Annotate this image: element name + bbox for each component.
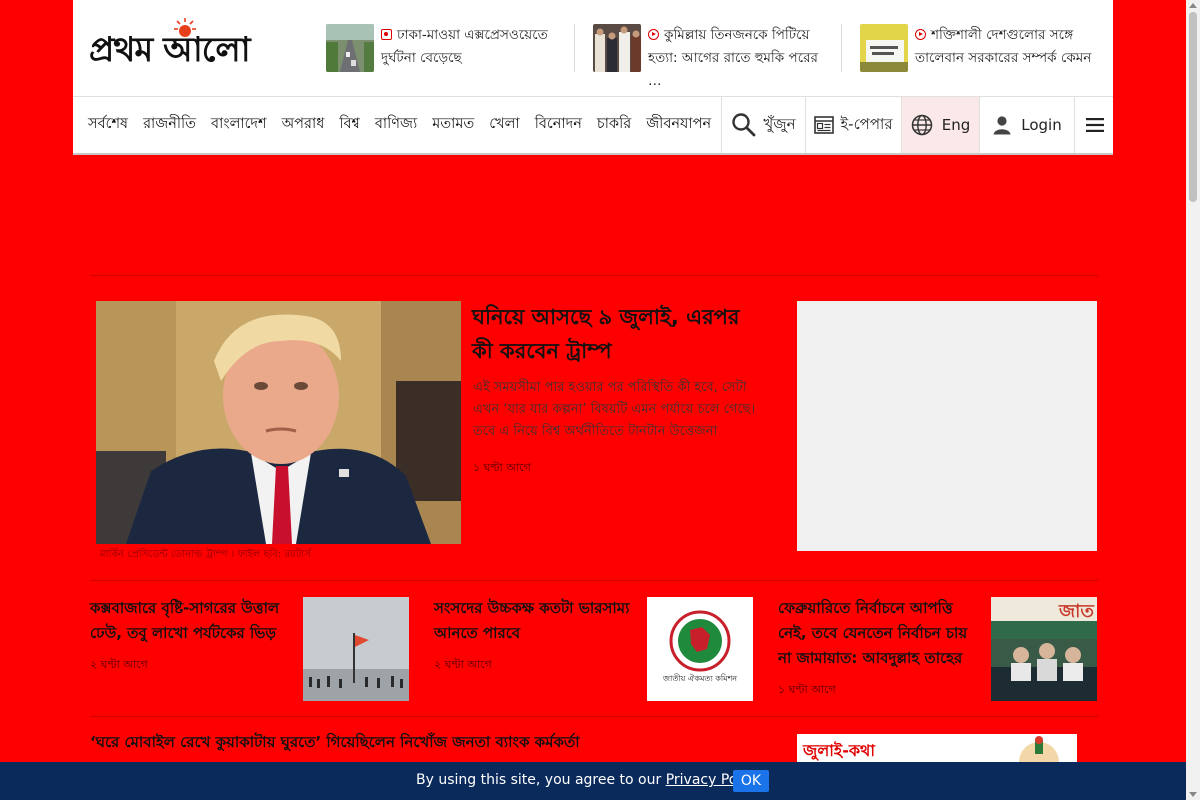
- epaper-button[interactable]: ই-পেপার: [805, 97, 901, 153]
- page-scrollbar[interactable]: [1186, 0, 1200, 800]
- search-icon: [732, 113, 756, 137]
- section-divider: [90, 580, 1098, 581]
- header-top: প্রথম আলো ঢাকা-মাওয়া এক্সপ্রেসওয়েতে দু…: [73, 0, 1113, 96]
- login-button[interactable]: Login: [979, 97, 1074, 153]
- scroll-down-arrow-icon[interactable]: [1189, 792, 1197, 797]
- story-image[interactable]: জাত: [991, 597, 1097, 701]
- nav-item-lifestyle[interactable]: জীবনযাপন: [646, 113, 711, 137]
- cookie-message-text: By using this site, you agree to our: [416, 772, 662, 788]
- top-news-item[interactable]: কুমিল্লায় তিনজনকে পিটিয়ে হত্যা: আগের র…: [593, 24, 833, 89]
- nav-item-entertainment[interactable]: বিনোদন: [535, 113, 582, 137]
- top-news-divider: [841, 24, 842, 72]
- nav-sections: সর্বশেষ রাজনীতি বাংলাদেশ অপরাধ বিশ্ব বাণ…: [88, 97, 726, 153]
- cookie-message: By using this site, you agree to our Pri…: [416, 772, 764, 788]
- menu-button[interactable]: [1074, 97, 1114, 153]
- nav-item-opinion[interactable]: মতামত: [432, 113, 474, 137]
- lead-story-summary-text: এই সময়সীমা পার হওয়ার পর পরিস্থিতি কী হ…: [473, 380, 756, 439]
- search-label: খুঁজুন: [763, 114, 796, 133]
- site-logo[interactable]: প্রথম আলো: [89, 18, 295, 70]
- top-news-text: ঢাকা-মাওয়া এক্সপ্রেসওয়েতে দুর্ঘটনা বেড…: [381, 27, 548, 66]
- top-news-divider: [574, 24, 575, 72]
- story-title[interactable]: ‘ঘরে মোবাইল রেখে কুয়াকাটায় ঘুরতে’ গিয়…: [90, 731, 580, 756]
- advertisement-slot: [797, 301, 1097, 551]
- user-icon: [993, 116, 1011, 135]
- story-time: ১ ঘণ্টা আগে: [778, 683, 836, 696]
- search-button[interactable]: খুঁজুন: [721, 97, 805, 153]
- story-image[interactable]: জাতীয় ঐকমত্য কমিশন: [647, 597, 753, 701]
- epaper-label: ই-পেপার: [840, 114, 893, 133]
- nav-item-politics[interactable]: রাজনীতি: [143, 113, 196, 137]
- globe-icon: [911, 114, 932, 136]
- nav-item-crime[interactable]: অপরাধ: [282, 113, 325, 137]
- play-icon: [648, 29, 659, 40]
- top-news-text: কুমিল্লায় তিনজনকে পিটিয়ে হত্যা: আগের র…: [648, 27, 818, 89]
- promo-banner[interactable]: জুলাই-কথা: [797, 734, 1077, 764]
- language-label: Eng: [941, 116, 971, 134]
- page: প্রথম আলো ঢাকা-মাওয়া এক্সপ্রেসওয়েতে দু…: [73, 0, 1113, 800]
- story-image-text: জাত: [1059, 601, 1094, 622]
- story-title[interactable]: কক্সবাজারে বৃষ্টি-সাগরের উত্তাল ঢেউ, তবু…: [90, 596, 295, 646]
- nav-item-bangladesh[interactable]: বাংলাদেশ: [211, 113, 267, 137]
- nav-item-sports[interactable]: খেলা: [489, 113, 519, 137]
- nav-item-jobs[interactable]: চাকরি: [597, 113, 631, 137]
- top-news-item[interactable]: ঢাকা-মাওয়া এক্সপ্রেসওয়েতে দুর্ঘটনা বেড…: [326, 24, 566, 72]
- lead-story-image[interactable]: [96, 301, 461, 544]
- language-switch[interactable]: Eng: [901, 97, 979, 153]
- nav-item-world[interactable]: বিশ্ব: [339, 113, 360, 137]
- login-label: Login: [1021, 116, 1062, 134]
- story-title[interactable]: সংসদের উচ্চকক্ষ কতটা ভারসাম্য আনতে পারবে: [434, 596, 639, 646]
- nav-item-business[interactable]: বাণিজ্য: [375, 113, 417, 137]
- nav-item-latest[interactable]: সর্বশেষ: [88, 113, 128, 137]
- lead-story-time: ১ ঘণ্টা আগে: [473, 461, 531, 474]
- top-news-thumbnail: [326, 24, 374, 72]
- camera-icon: [381, 29, 392, 40]
- cookie-banner: By using this site, you agree to our Pri…: [0, 762, 1186, 800]
- top-news-thumbnail: [593, 24, 641, 72]
- story-time: ২ ঘণ্টা আগে: [90, 658, 148, 671]
- newspaper-icon: [814, 116, 835, 134]
- lead-story-summary: এই সময়সীমা পার হওয়ার পর পরিস্থিতি কী হ…: [473, 377, 773, 479]
- section-divider: [90, 716, 1098, 717]
- top-news-text: শক্তিশালী দেশগুলোর সঙ্গে তালেবান সরকারের…: [915, 27, 1092, 66]
- hamburger-menu-icon: [1085, 118, 1104, 132]
- commission-label: জাতীয় ঐকমত্য কমিশন: [662, 674, 738, 683]
- top-news-thumbnail: [860, 24, 908, 72]
- section-divider: [90, 275, 1098, 276]
- lead-story-title[interactable]: ঘনিয়ে আসছে ৯ জুলাই, এরপর কী করবেন ট্রাম…: [472, 300, 762, 368]
- promo-illustration-icon: [1019, 736, 1059, 764]
- top-news-item[interactable]: শক্তিশালী দেশগুলোর সঙ্গে তালেবান সরকারের…: [860, 24, 1100, 72]
- main-nav: সর্বশেষ রাজনীতি বাংলাদেশ অপরাধ বিশ্ব বাণ…: [73, 96, 1113, 155]
- scrollbar-thumb[interactable]: [1189, 12, 1197, 202]
- scroll-up-arrow-icon[interactable]: [1189, 3, 1197, 8]
- lead-image-caption: মার্কিন প্রেসিডেন্ট ডোনাল্ড ট্রাম্প । ফা…: [100, 549, 311, 560]
- cookie-ok-button[interactable]: OK: [733, 770, 769, 792]
- story-image[interactable]: [303, 597, 409, 701]
- story-title[interactable]: ফেব্রুয়ারিতে নির্বাচনে আপত্তি নেই, তবে …: [778, 596, 983, 671]
- story-time: ২ ঘণ্টা আগে: [434, 658, 492, 671]
- play-icon: [915, 29, 926, 40]
- logo-sun-icon: [174, 18, 196, 37]
- promo-text: জুলাই-কথা: [803, 741, 876, 760]
- logo-text: প্রথম আলো: [89, 30, 251, 70]
